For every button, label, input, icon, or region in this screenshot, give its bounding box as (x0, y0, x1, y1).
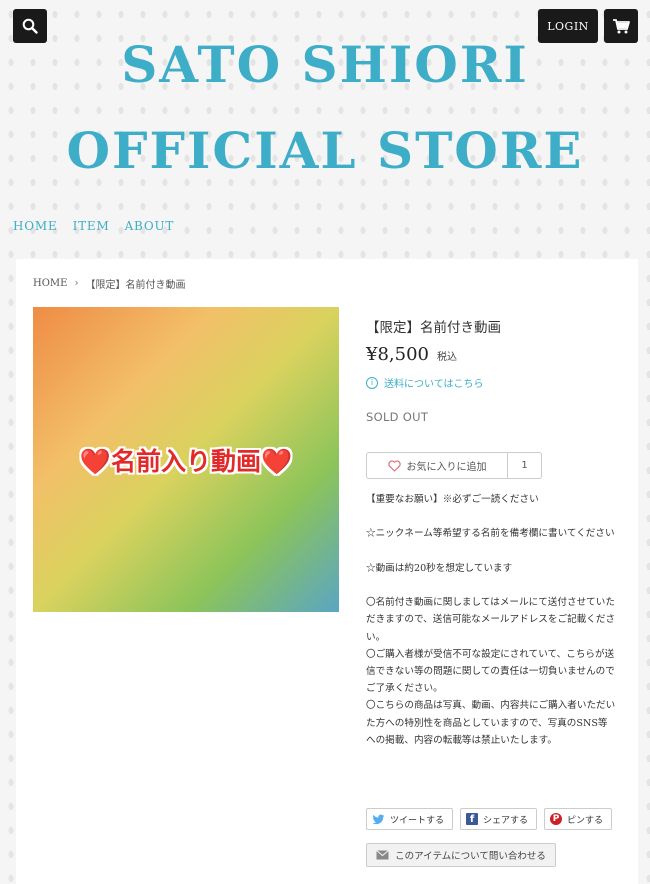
breadcrumb: HOME › 【限定】名前付き動画 (33, 276, 185, 291)
description-paragraph: ☆ニックネーム等希望する名前を備考欄に書いてください (366, 528, 615, 540)
main-nav: HOME ITEM ABOUT (13, 219, 174, 233)
facebook-share-button[interactable]: f シェアする (460, 808, 538, 830)
add-favorite-button[interactable]: お気に入りに追加 (366, 452, 508, 479)
nav-item-item[interactable]: ITEM (73, 219, 110, 233)
facebook-icon: f (466, 813, 479, 825)
facebook-share-label: シェアする (483, 815, 529, 826)
heart-icon (387, 459, 401, 472)
breadcrumb-current: 【限定】名前付き動画 (85, 280, 186, 291)
nav-item-about[interactable]: ABOUT (125, 219, 175, 233)
add-favorite-label: お気に入りに追加 (406, 462, 487, 473)
description-paragraph: 〇名前付き動画に関しましてはメールにて送付させていただきますので、送信可能なメー… (366, 597, 616, 643)
status-badge: SOLD OUT (366, 410, 429, 424)
price-row: ¥8,500 税込 (366, 344, 457, 365)
tweet-button[interactable]: ツイートする (366, 808, 454, 830)
store-title[interactable]: SATO SHIORI OFFICIAL STORE (0, 22, 650, 194)
description-paragraph: 〇こちらの商品は写真、動画、内容共にご購入者いただいた方への特別性を商品としてい… (366, 700, 616, 746)
description-paragraph: ☆動画は約20秒を想定しています (366, 562, 513, 574)
pin-label: ピンする (567, 815, 604, 826)
description-paragraph: 〇ご購入者様が受信不可な設定にされていて、こちらが送信できない等の問題に関しての… (366, 648, 615, 695)
store-title-line-1: SATO SHIORI (121, 35, 529, 94)
info-icon: i (366, 376, 378, 389)
breadcrumb-chevron-icon: › (74, 278, 79, 289)
mail-icon (376, 850, 389, 860)
product-image-caption: ❤️名前入り動画❤️ (79, 446, 293, 476)
breadcrumb-home[interactable]: HOME (33, 278, 67, 289)
store-title-line-2: OFFICIAL STORE (66, 121, 584, 180)
nav-item-home[interactable]: HOME (13, 219, 58, 233)
description-paragraph: 【重要なお願い】※必ずご一読ください (366, 494, 539, 505)
contact-label: このアイテムについて問い合わせる (395, 851, 546, 862)
favorite-count: 1 (508, 452, 542, 479)
product-price: ¥8,500 (366, 344, 429, 365)
twitter-icon (372, 814, 385, 824)
favorite-row: お気に入りに追加 1 (366, 452, 542, 479)
tax-label: 税込 (436, 352, 457, 363)
product-panel: HOME › 【限定】名前付き動画 ❤️名前入り動画❤️ 【限定】名前付き動画 … (16, 259, 638, 884)
contact-about-item-button[interactable]: このアイテムについて問い合わせる (366, 843, 556, 867)
product-title: 【限定】名前付き動画 (366, 320, 501, 336)
shipping-link[interactable]: 送料についてはこちら (384, 375, 484, 390)
tweet-label: ツイートする (390, 815, 445, 826)
product-description: 【重要なお願い】※必ずご一読ください ☆ニックネーム等希望する名前を備考欄に書い… (366, 491, 616, 749)
product-image[interactable]: ❤️名前入り動画❤️ (33, 307, 339, 612)
shipping-info[interactable]: i 送料についてはこちら (366, 375, 484, 390)
pin-button[interactable]: P ピンする (544, 808, 613, 830)
share-buttons: ツイートする f シェアする P ピンする (366, 808, 613, 830)
pinterest-icon: P (550, 813, 563, 825)
